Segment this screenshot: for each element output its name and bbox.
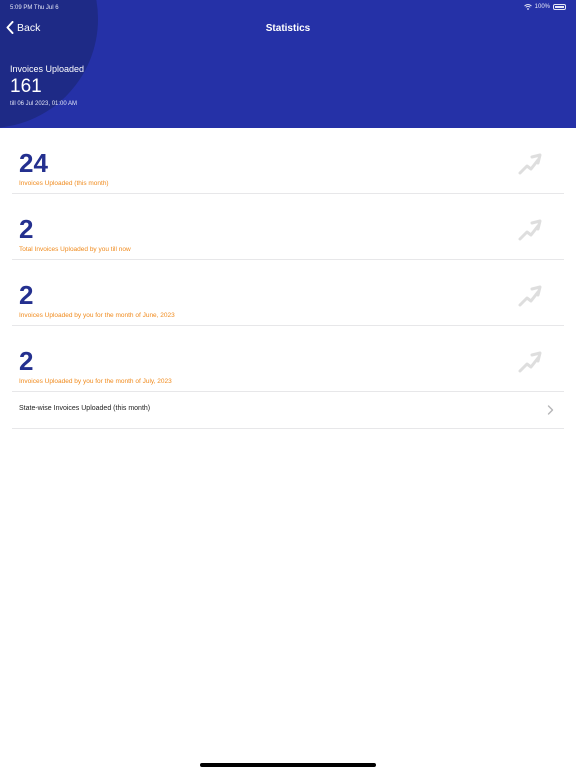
battery-percent: 100% <box>534 4 550 10</box>
stat-label: Invoices Uploaded by you for the month o… <box>19 378 172 385</box>
hero-summary: Invoices Uploaded 161 till 06 Jul 2023, … <box>10 64 84 107</box>
stat-row-this-month: 24 Invoices Uploaded (this month) <box>12 128 564 194</box>
nav-bar: Back Statistics <box>0 18 576 40</box>
stat-row-june: 2 Invoices Uploaded by you for the month… <box>12 260 564 326</box>
stat-value: 2 <box>19 346 34 376</box>
stat-label: Total Invoices Uploaded by you till now <box>19 246 131 253</box>
wifi-icon <box>523 4 532 10</box>
chevron-right-icon <box>547 405 554 415</box>
battery-icon <box>553 4 566 10</box>
stat-row-total: 2 Total Invoices Uploaded by you till no… <box>12 194 564 260</box>
hero-label: Invoices Uploaded <box>10 64 85 74</box>
stat-value: 24 <box>19 148 48 178</box>
stat-value: 2 <box>19 214 34 244</box>
stat-label: Invoices Uploaded by you for the month o… <box>19 312 175 319</box>
stat-label: Invoices Uploaded (this month) <box>19 180 109 187</box>
page-title: Statistics <box>265 23 311 34</box>
home-indicator <box>200 763 376 767</box>
status-time: 5:09 PM Thu Jul 6 <box>10 5 59 11</box>
trend-arrow-icon <box>518 351 542 373</box>
hero-value: 161 <box>10 76 42 97</box>
state-wise-row[interactable]: State-wise Invoices Uploaded (this month… <box>12 392 564 429</box>
stat-row-july: 2 Invoices Uploaded by you for the month… <box>12 326 564 392</box>
header: 5:09 PM Thu Jul 6 100% Back Statistics I… <box>0 0 576 128</box>
trend-arrow-icon <box>518 285 542 307</box>
stat-value: 2 <box>19 280 34 310</box>
status-bar: 5:09 PM Thu Jul 6 100% <box>0 0 576 16</box>
hero-date: till 06 Jul 2023, 01:00 AM <box>10 101 78 107</box>
trend-arrow-icon <box>518 153 542 175</box>
state-wise-label: State-wise Invoices Uploaded (this month… <box>19 405 151 412</box>
trend-arrow-icon <box>518 219 542 241</box>
status-indicators: 100% <box>523 4 566 10</box>
stats-list: 24 Invoices Uploaded (this month) 2 Tota… <box>12 128 564 429</box>
